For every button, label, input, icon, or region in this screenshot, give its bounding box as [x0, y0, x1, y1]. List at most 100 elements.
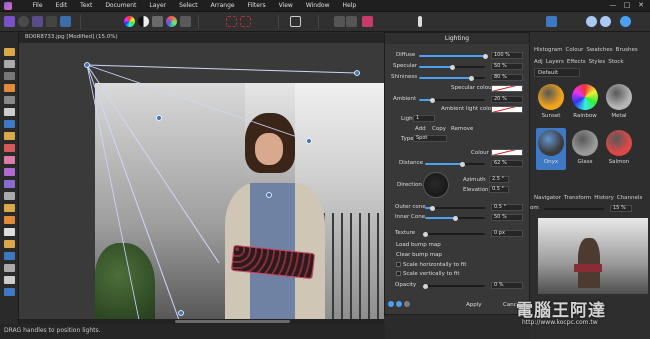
- mask-icon[interactable]: [362, 16, 373, 27]
- tab-brushes[interactable]: Brushes: [616, 47, 638, 53]
- tab-effects[interactable]: Effects: [567, 59, 586, 65]
- rectangle-tool-icon[interactable]: [4, 252, 15, 260]
- menu-item-document[interactable]: Document: [99, 0, 143, 12]
- light-handle[interactable]: [84, 62, 90, 68]
- light-handle[interactable]: [156, 115, 162, 121]
- ambient-value[interactable]: 20 %: [491, 96, 523, 103]
- style-metal[interactable]: Metal: [604, 82, 634, 124]
- scrollbar-thumb[interactable]: [175, 320, 290, 323]
- preview-icon[interactable]: [388, 301, 394, 307]
- smudge-brush-icon[interactable]: [4, 192, 15, 200]
- menu-item-select[interactable]: Select: [173, 0, 205, 12]
- diffuse-slider[interactable]: [419, 53, 488, 59]
- inner-cone-value[interactable]: 50 %: [491, 214, 523, 221]
- zoom-value[interactable]: 15 %: [610, 205, 632, 212]
- refine-icon[interactable]: [334, 16, 345, 27]
- align-icon[interactable]: [546, 16, 557, 27]
- menu-item-edit[interactable]: Edit: [49, 0, 74, 12]
- light-handle[interactable]: [178, 310, 184, 316]
- remove-light-button[interactable]: Remove: [451, 126, 473, 132]
- light-colour-swatch[interactable]: [491, 149, 523, 156]
- crop-tool-icon[interactable]: [4, 72, 15, 80]
- slider-knob[interactable]: [459, 161, 465, 167]
- photo-persona-icon[interactable]: [4, 16, 15, 27]
- texture-slider[interactable]: [422, 231, 485, 237]
- export-persona-icon[interactable]: [60, 16, 71, 27]
- tab-history[interactable]: History: [594, 195, 614, 201]
- tab-colour[interactable]: Colour: [566, 47, 584, 53]
- light-handle[interactable]: [354, 70, 360, 76]
- assistant-icon[interactable]: [586, 16, 597, 27]
- menu-item-view[interactable]: View: [272, 0, 299, 12]
- canvas[interactable]: [19, 43, 384, 320]
- pin-icon[interactable]: [418, 16, 422, 27]
- menu-item-help[interactable]: Help: [336, 0, 363, 12]
- levels-icon[interactable]: [152, 16, 163, 27]
- slider-knob[interactable]: [482, 53, 488, 59]
- azimuth-value[interactable]: 2.5 °: [489, 176, 509, 183]
- slider-knob[interactable]: [449, 64, 455, 70]
- tab-stock[interactable]: Stock: [608, 59, 623, 65]
- snapping-icon[interactable]: [600, 16, 611, 27]
- style-category-select[interactable]: Default: [534, 68, 580, 77]
- pen-tool-icon[interactable]: [4, 240, 15, 248]
- tab-navigator[interactable]: Navigator: [534, 195, 561, 201]
- black-white-icon[interactable]: [138, 16, 149, 27]
- view-tool-icon[interactable]: [4, 48, 15, 56]
- liquify-persona-icon[interactable]: [18, 16, 29, 27]
- marquee-icon[interactable]: [226, 16, 237, 27]
- tab-swatches[interactable]: Swatches: [586, 47, 612, 53]
- selection-brush-icon[interactable]: [4, 84, 15, 92]
- selection-mode-icon[interactable]: [240, 16, 251, 27]
- tab-histogram[interactable]: Histogram: [534, 47, 563, 53]
- white-balance-icon[interactable]: [180, 16, 191, 27]
- develop-persona-icon[interactable]: [32, 16, 43, 27]
- tab-styles[interactable]: Styles: [589, 59, 606, 65]
- arrange-icon[interactable]: [620, 16, 631, 27]
- paint-brush-icon[interactable]: [4, 132, 15, 140]
- quick-mask-icon[interactable]: [290, 16, 301, 27]
- style-salmon[interactable]: Salmon: [604, 128, 634, 170]
- tab-adj[interactable]: Adj: [534, 59, 543, 65]
- menu-item-layer[interactable]: Layer: [143, 0, 173, 12]
- erase-brush-icon[interactable]: [4, 156, 15, 164]
- specular-colour-swatch[interactable]: [491, 85, 523, 92]
- style-rainbow[interactable]: Rainbow: [570, 82, 600, 124]
- style-onyx[interactable]: Onyx: [536, 128, 566, 170]
- slider-knob[interactable]: [422, 231, 428, 237]
- opacity-value[interactable]: 0 %: [491, 282, 523, 289]
- type-select[interactable]: Spot: [413, 135, 447, 142]
- dodge-brush-icon[interactable]: [4, 168, 15, 176]
- scale-vertically-checkbox[interactable]: [396, 271, 401, 276]
- apply-button[interactable]: Apply: [466, 302, 482, 308]
- zoom-tool-icon[interactable]: [4, 276, 15, 284]
- light-handle[interactable]: [306, 138, 312, 144]
- light-handle[interactable]: [266, 192, 272, 198]
- tab-layers[interactable]: Layers: [546, 59, 564, 65]
- color-wheel-icon[interactable]: [124, 16, 135, 27]
- specular-slider[interactable]: [419, 64, 485, 70]
- maximize-icon[interactable]: □: [620, 0, 634, 12]
- slider-knob[interactable]: [422, 283, 428, 289]
- distance-value[interactable]: 62 %: [491, 160, 523, 167]
- add-light-button[interactable]: Add: [415, 126, 426, 132]
- slider-knob[interactable]: [469, 75, 475, 81]
- menu-item-filters[interactable]: Filters: [241, 0, 272, 12]
- red-eye-icon[interactable]: [4, 228, 15, 236]
- opacity-slider[interactable]: [422, 283, 485, 289]
- style-glass[interactable]: Glass: [570, 128, 600, 170]
- menu-item-window[interactable]: Window: [299, 0, 336, 12]
- move-tool-icon[interactable]: [4, 60, 15, 68]
- blur-brush-icon[interactable]: [4, 204, 15, 212]
- outer-cone-value[interactable]: 0.5 °: [491, 204, 523, 211]
- edit-icon[interactable]: [346, 16, 357, 27]
- slider-knob[interactable]: [452, 215, 458, 221]
- clear-bump-map-button[interactable]: Clear bump map: [396, 252, 442, 258]
- menu-item-text[interactable]: Text: [74, 0, 99, 12]
- ambient-slider[interactable]: [419, 97, 485, 103]
- copy-light-button[interactable]: Copy: [432, 126, 446, 132]
- blend-options-icon[interactable]: [396, 301, 402, 307]
- tab-transform[interactable]: Transform: [564, 195, 591, 201]
- diffuse-value[interactable]: 100 %: [491, 52, 523, 59]
- shininess-slider[interactable]: [419, 75, 485, 81]
